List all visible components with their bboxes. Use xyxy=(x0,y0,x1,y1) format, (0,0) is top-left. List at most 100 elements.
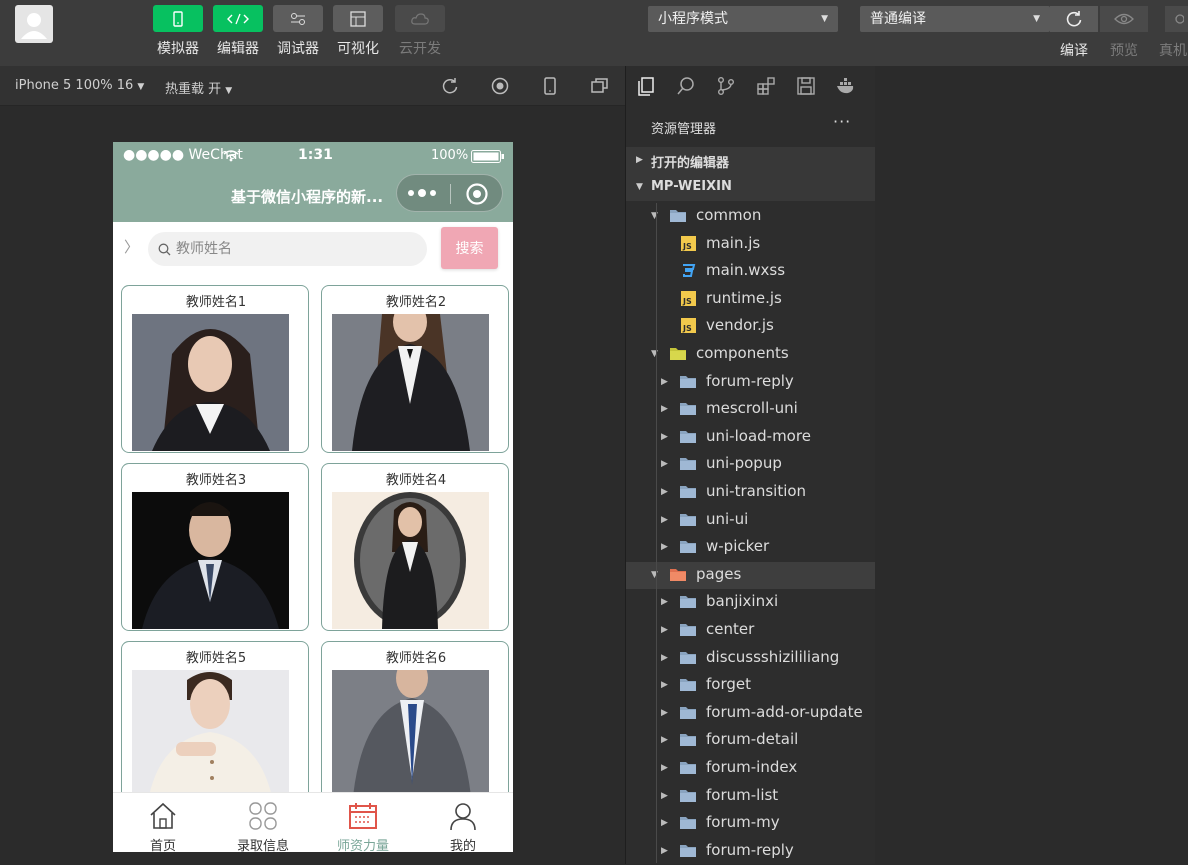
tree-item-label: discussshizililiang xyxy=(706,647,840,666)
tree-folder-row[interactable]: ▶ forum-reply xyxy=(626,369,875,396)
tree-item-label: main.js xyxy=(706,233,761,252)
phone-simulator: ●●●●● WeChat 1:31 100% 基于微信小程序的新... 〉 搜索… xyxy=(113,142,513,852)
status-time: 1:31 xyxy=(298,147,333,163)
teacher-card[interactable]: 教师姓名4 xyxy=(321,463,509,631)
tab-admission[interactable]: 录取信息 xyxy=(213,793,313,852)
preview-button[interactable] xyxy=(1100,6,1148,32)
chevron-down-icon: ▼ xyxy=(636,182,643,192)
search-row: 〉 搜索 xyxy=(113,222,513,282)
save-icon[interactable] xyxy=(796,76,816,96)
tree-file-row[interactable]: JS main.js xyxy=(626,231,875,258)
cloud-tool[interactable]: 云开发 xyxy=(395,5,445,58)
eye-icon xyxy=(1114,13,1134,25)
tree-folder-row[interactable]: ▶ uni-load-more xyxy=(626,424,875,451)
tree-folder-row[interactable]: ▼ common xyxy=(626,203,875,230)
wifi-icon xyxy=(223,150,239,162)
editor-tool[interactable]: 编辑器 xyxy=(213,5,263,58)
debugger-tool[interactable]: 调试器 xyxy=(273,5,323,58)
folder-icon xyxy=(679,374,697,393)
tree-file-row[interactable]: JS runtime.js xyxy=(626,286,875,313)
simulator-tool[interactable]: 模拟器 xyxy=(153,5,203,58)
tree-folder-row[interactable]: ▶ uni-transition xyxy=(626,479,875,506)
tree-folder-row[interactable]: ▶ center xyxy=(626,617,875,644)
teacher-card[interactable]: 教师姓名3 xyxy=(121,463,309,631)
files-icon[interactable] xyxy=(636,76,656,96)
chevron-right-icon: ▶ xyxy=(661,735,668,746)
folder-icon xyxy=(679,760,697,779)
tab-home[interactable]: 首页 xyxy=(113,793,213,852)
folder-icon xyxy=(679,705,697,724)
file-explorer: 资源管理器 ··· ▶ 打开的编辑器 ▼ MP-WEIXIN ▼ common JS… xyxy=(626,66,875,864)
search-button[interactable]: 搜索 xyxy=(441,227,498,269)
record-icon[interactable] xyxy=(490,76,510,96)
tree-folder-row[interactable]: ▶ discussshizililiang xyxy=(626,645,875,672)
tree-file-row[interactable]: JS vendor.js xyxy=(626,313,875,340)
search-input[interactable] xyxy=(176,232,416,266)
project-root-section[interactable]: ▼ MP-WEIXIN xyxy=(626,174,875,201)
simulator-toolbar: iPhone 5 100% 16 ▼ 热重载 开 ▼ xyxy=(0,66,625,106)
teacher-name: 教师姓名2 xyxy=(385,295,447,310)
folder-icon xyxy=(679,484,697,503)
mode-select[interactable]: 小程序模式 ▼ xyxy=(648,6,838,32)
teacher-card[interactable]: 教师姓名5 xyxy=(121,641,309,809)
chevron-right-icon[interactable]: 〉 xyxy=(124,236,139,257)
folder-icon xyxy=(679,622,697,641)
teacher-name: 教师姓名4 xyxy=(385,473,447,488)
tree-folder-row[interactable]: ▶ forum-list xyxy=(626,783,875,810)
more-actions-icon[interactable]: ··· xyxy=(833,112,851,131)
js-file-icon: JS xyxy=(681,318,696,337)
tree-folder-row[interactable]: ▶ forum-add-or-update xyxy=(626,700,875,727)
tab-mine[interactable]: 我的 xyxy=(413,793,513,852)
phone-icon[interactable] xyxy=(540,76,560,96)
tree-item-label: uni-ui xyxy=(706,509,749,528)
tree-folder-row[interactable]: ▶ forum-index xyxy=(626,755,875,782)
chevron-right-icon: ▶ xyxy=(661,845,668,856)
tree-item-label: forum-reply xyxy=(706,371,794,390)
folder-icon xyxy=(679,512,697,531)
teacher-card[interactable]: 教师姓名1 xyxy=(121,285,309,453)
tree-folder-row[interactable]: ▼ components xyxy=(626,341,875,368)
tree-folder-row[interactable]: ▶ w-picker xyxy=(626,534,875,561)
device-select[interactable]: iPhone 5 100% 16 ▼ xyxy=(15,78,144,93)
capsule-menu xyxy=(396,174,503,212)
open-editors-section[interactable]: ▶ 打开的编辑器 xyxy=(626,147,875,174)
rotate-icon[interactable] xyxy=(440,76,460,96)
tree-folder-row[interactable]: ▼ pages xyxy=(626,561,875,589)
search-icon[interactable] xyxy=(676,76,696,96)
tree-item-label: forget xyxy=(706,675,751,694)
tab-faculty-label: 师资力量 xyxy=(336,839,389,852)
tree-folder-row[interactable]: ▶ forget xyxy=(626,672,875,699)
tree-folder-row[interactable]: ▶ banjixinxi xyxy=(626,589,875,616)
compile-button[interactable] xyxy=(1050,6,1098,32)
teacher-photo xyxy=(332,492,489,629)
phone-icon xyxy=(173,10,183,27)
tree-folder-row[interactable]: ▶ forum-detail xyxy=(626,727,875,754)
tree-folder-row[interactable]: ▶ forum-reply xyxy=(626,838,875,865)
teacher-card[interactable]: 教师姓名6 xyxy=(321,641,509,809)
tree-folder-row[interactable]: ▶ uni-popup xyxy=(626,451,875,478)
tree-folder-row[interactable]: ▶ mescroll-uni xyxy=(626,396,875,423)
chevron-right-icon: ▶ xyxy=(661,542,668,553)
tree-item-label: forum-add-or-update xyxy=(706,702,863,721)
tree-file-row[interactable]: main.wxss xyxy=(626,258,875,285)
tree-folder-row[interactable]: ▶ forum-my xyxy=(626,810,875,837)
tab-faculty[interactable]: 师资力量 xyxy=(313,793,413,852)
extensions-icon[interactable] xyxy=(756,76,776,96)
tree-folder-row[interactable]: ▶ uni-ui xyxy=(626,507,875,534)
folder-icon xyxy=(679,732,697,751)
search-icon xyxy=(158,243,171,256)
nav-bar: 基于微信小程序的新... xyxy=(113,170,513,222)
source-control-icon[interactable] xyxy=(716,76,736,96)
device-button[interactable] xyxy=(1165,6,1188,32)
hot-reload-select[interactable]: 热重载 开 ▼ xyxy=(165,78,232,97)
docker-icon[interactable] xyxy=(836,76,856,96)
visual-tool[interactable]: 可视化 xyxy=(333,5,383,58)
compile-select[interactable]: 普通编译 ▼ xyxy=(860,6,1050,32)
chevron-right-icon: ▶ xyxy=(661,459,668,470)
teacher-card[interactable]: 教师姓名2 xyxy=(321,285,509,453)
folder-icon xyxy=(679,843,697,862)
user-avatar[interactable] xyxy=(15,5,53,43)
close-miniprogram-icon[interactable] xyxy=(465,182,489,206)
more-dots-icon[interactable] xyxy=(407,188,439,198)
detach-window-icon[interactable] xyxy=(590,76,610,96)
